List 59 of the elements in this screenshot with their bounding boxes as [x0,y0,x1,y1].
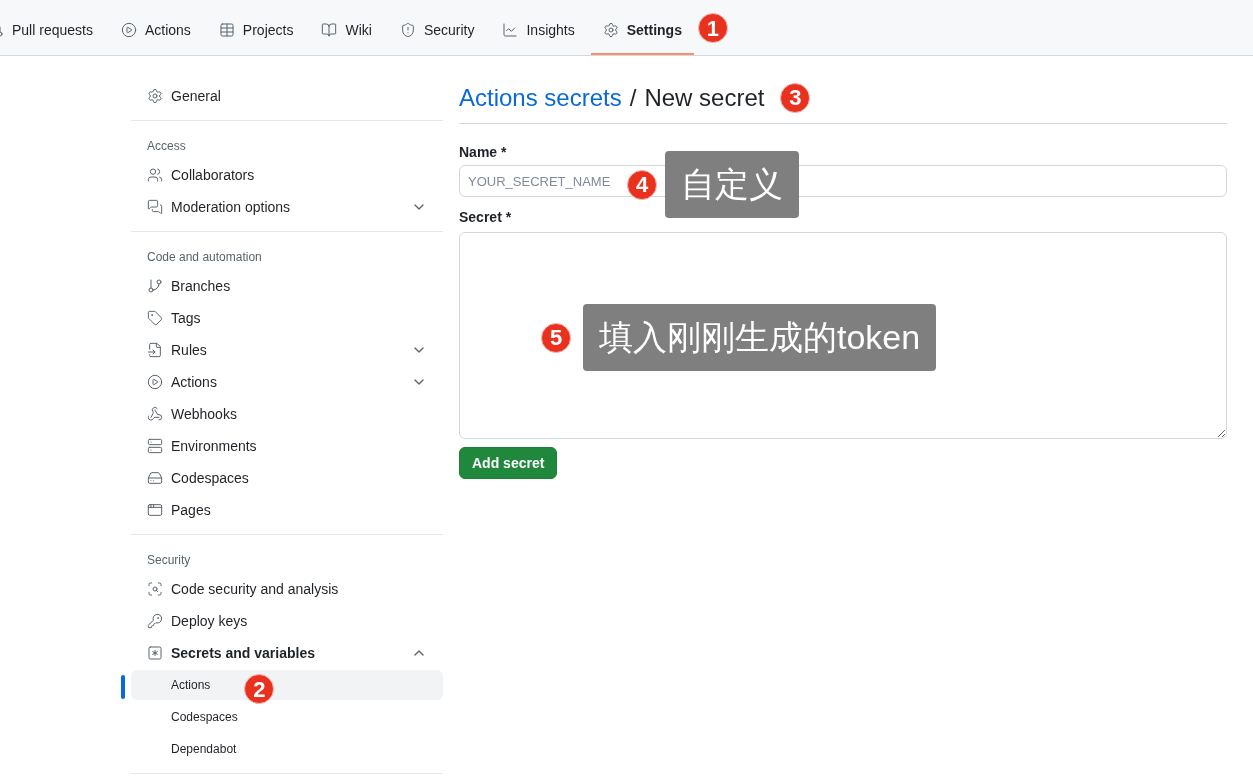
section-heading: Access [146,138,187,155]
sidebar-item[interactable]: Moderation options [131,191,443,223]
add-secret-button[interactable]: Add secret [459,447,558,479]
tag-icon [147,310,163,326]
sidebar-item[interactable]: Rules [131,334,443,366]
sidebar-item[interactable]: Branches [131,270,443,302]
nav-tab[interactable]: Security [387,7,487,55]
number-badge: 3 [780,82,811,113]
shield-icon [399,22,416,38]
callout: 自定义 [665,151,799,218]
key-icon [147,613,163,629]
breadcrumb-link[interactable]: Actions secrets [459,79,622,116]
sidebar-item[interactable]: Webhooks [131,398,443,430]
table-icon [218,22,235,38]
breadcrumb-separator: / [629,82,637,113]
sidebar-subitem[interactable]: Dependabot [131,734,443,764]
field-label: Name * [459,143,508,162]
sidebar-item[interactable]: Collaborators [131,159,443,191]
settings-icon [602,22,619,38]
server-icon [147,438,163,454]
nav-tab[interactable]: Actions [108,7,203,55]
number-badge: 5 [541,322,571,353]
nav-tab[interactable]: Wiki [309,7,384,55]
comments-icon [147,199,163,215]
sidebar-item[interactable]: Pages [131,494,443,526]
number-badge: 4 [627,169,657,200]
sidebar-item[interactable]: Tags [131,302,443,334]
nav-tab[interactable]: Pull requests [0,7,105,55]
sidebar-item[interactable]: Environments [131,430,443,462]
section-heading: Code and automation [146,249,263,266]
secret-textarea[interactable] [459,232,1227,439]
asterisk-icon [147,645,163,661]
branch-icon [147,278,163,294]
codespaces-icon [147,470,163,486]
play-icon [120,22,137,38]
webhook-icon [147,406,163,422]
page-title: New secret [644,82,765,113]
sidebar-item[interactable]: Code security and analysis [131,573,443,605]
number-badge: 2 [244,674,275,704]
rules-icon [147,342,163,358]
sidebar-item[interactable]: Codespaces [131,462,443,494]
sidebar-item[interactable]: Deploy keys [131,605,443,637]
sidebar-subitem[interactable]: Codespaces [131,702,443,732]
book-icon [321,22,338,38]
nav-tab[interactable]: Projects [206,7,306,55]
sidebar-item[interactable]: General [131,80,443,112]
graph-icon [502,22,519,38]
settings-icon [147,88,163,104]
section-heading: Security [146,552,192,569]
callout: 填入刚刚生成的token [583,304,937,371]
number-badge: 1 [697,13,728,43]
people-icon [147,167,163,183]
play-icon [147,374,163,390]
browser-icon [147,502,163,518]
nav-tab[interactable]: Insights [490,7,587,55]
sidebar-item[interactable]: Actions [131,366,443,398]
code-scan-icon [147,581,163,597]
field-label: Secret * [459,208,513,227]
sidebar-item[interactable]: Secrets and variables [131,637,443,669]
